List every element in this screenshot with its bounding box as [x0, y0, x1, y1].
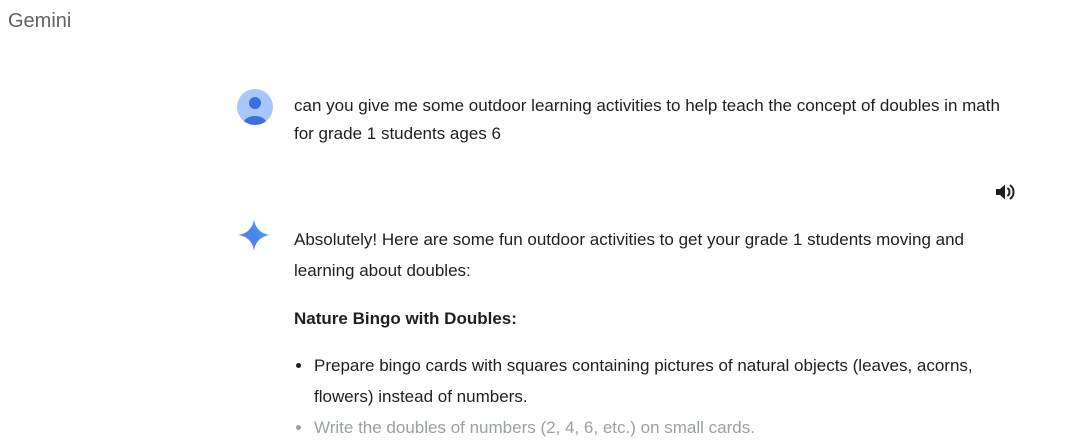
speaker-icon[interactable]: [993, 180, 1017, 204]
user-avatar-icon: [237, 89, 273, 125]
user-prompt-text: can you give me some outdoor learning ac…: [294, 96, 1000, 143]
gemini-sparkle-icon: [237, 218, 271, 252]
response-body: Absolutely! Here are some fun outdoor ac…: [294, 224, 984, 443]
section-heading: Nature Bingo with Doubles:: [294, 309, 517, 328]
bullet-list: Prepare bingo cards with squares contain…: [294, 350, 984, 443]
app-title: Gemini: [8, 10, 72, 32]
list-item: Prepare bingo cards with squares contain…: [294, 350, 984, 412]
list-item: Write the doubles of numbers (2, 4, 6, e…: [294, 412, 984, 443]
response-intro: Absolutely! Here are some fun outdoor ac…: [294, 230, 964, 280]
